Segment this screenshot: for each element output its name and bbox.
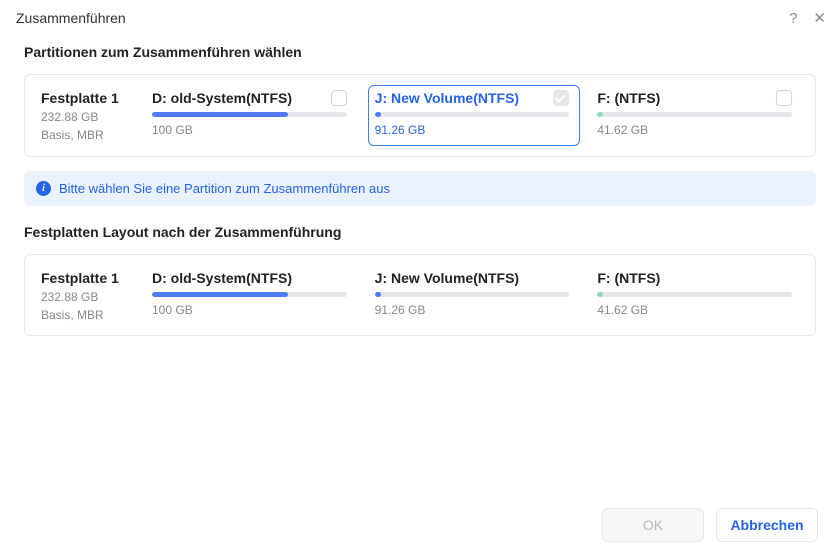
close-icon[interactable]: ✕	[813, 11, 826, 26]
usage-bar	[152, 292, 347, 297]
help-icon[interactable]: ?	[789, 11, 797, 26]
partition-checkbox[interactable]	[331, 90, 347, 106]
select-panel: Festplatte 1 232.88 GB Basis, MBR D: old…	[24, 74, 816, 157]
usage-bar	[152, 112, 347, 117]
partition-label: J: New Volume(NTFS)	[375, 270, 519, 286]
dialog-title: Zusammenführen	[16, 10, 126, 26]
partition-size: 91.26 GB	[375, 123, 570, 137]
dialog-footer: OK Abbrechen	[0, 494, 840, 560]
partition-label: J: New Volume(NTFS)	[375, 90, 519, 106]
partition-label: D: old-System(NTFS)	[152, 90, 292, 106]
partition-checkbox[interactable]	[553, 90, 569, 106]
result-panel: Festplatte 1 232.88 GB Basis, MBR D: old…	[24, 254, 816, 337]
info-banner: i Bitte wählen Sie eine Partition zum Zu…	[24, 171, 816, 206]
disk-size: 232.88 GB	[41, 289, 129, 305]
partition-label: F: (NTFS)	[597, 90, 660, 106]
partition-checkbox[interactable]	[776, 90, 792, 106]
usage-bar	[597, 292, 792, 297]
usage-bar	[375, 292, 570, 297]
disk-name: Festplatte 1	[41, 89, 129, 107]
partition-label: F: (NTFS)	[597, 270, 660, 286]
merge-dialog: Zusammenführen ? ✕ Partitionen zum Zusam…	[0, 0, 840, 560]
disk-info: Festplatte 1 232.88 GB Basis, MBR	[25, 85, 145, 146]
result-partition-d: D: old-System(NTFS) 100 GB	[145, 265, 358, 326]
usage-bar	[597, 112, 792, 117]
result-partition-f: F: (NTFS) 41.62 GB	[590, 265, 803, 326]
result-partition-j: J: New Volume(NTFS) 91.26 GB	[368, 265, 581, 326]
partition-size: 100 GB	[152, 123, 347, 137]
partition-size: 91.26 GB	[375, 303, 570, 317]
result-partition-list: D: old-System(NTFS) 100 GB J: New Volume…	[145, 265, 815, 326]
usage-bar	[375, 112, 570, 117]
disk-scheme: Basis, MBR	[41, 307, 129, 323]
disk-info: Festplatte 1 232.88 GB Basis, MBR	[25, 265, 145, 326]
cancel-button[interactable]: Abbrechen	[716, 508, 818, 542]
ok-button[interactable]: OK	[602, 508, 704, 542]
info-icon: i	[36, 181, 51, 196]
partition-size: 41.62 GB	[597, 123, 792, 137]
disk-name: Festplatte 1	[41, 269, 129, 287]
partition-size: 100 GB	[152, 303, 347, 317]
disk-scheme: Basis, MBR	[41, 127, 129, 143]
partition-label: D: old-System(NTFS)	[152, 270, 292, 286]
disk-size: 232.88 GB	[41, 109, 129, 125]
partition-size: 41.62 GB	[597, 303, 792, 317]
partition-f[interactable]: F: (NTFS) 41.62 GB	[590, 85, 803, 146]
info-text: Bitte wählen Sie eine Partition zum Zusa…	[59, 181, 390, 196]
result-heading: Festplatten Layout nach der Zusammenführ…	[24, 224, 816, 240]
partition-d[interactable]: D: old-System(NTFS) 100 GB	[145, 85, 358, 146]
titlebar: Zusammenführen ? ✕	[0, 0, 840, 36]
select-heading: Partitionen zum Zusammenführen wählen	[24, 44, 816, 60]
partition-list: D: old-System(NTFS) 100 GB J: New Volume…	[145, 85, 815, 146]
partition-j[interactable]: J: New Volume(NTFS) 91.26 GB	[368, 85, 581, 146]
